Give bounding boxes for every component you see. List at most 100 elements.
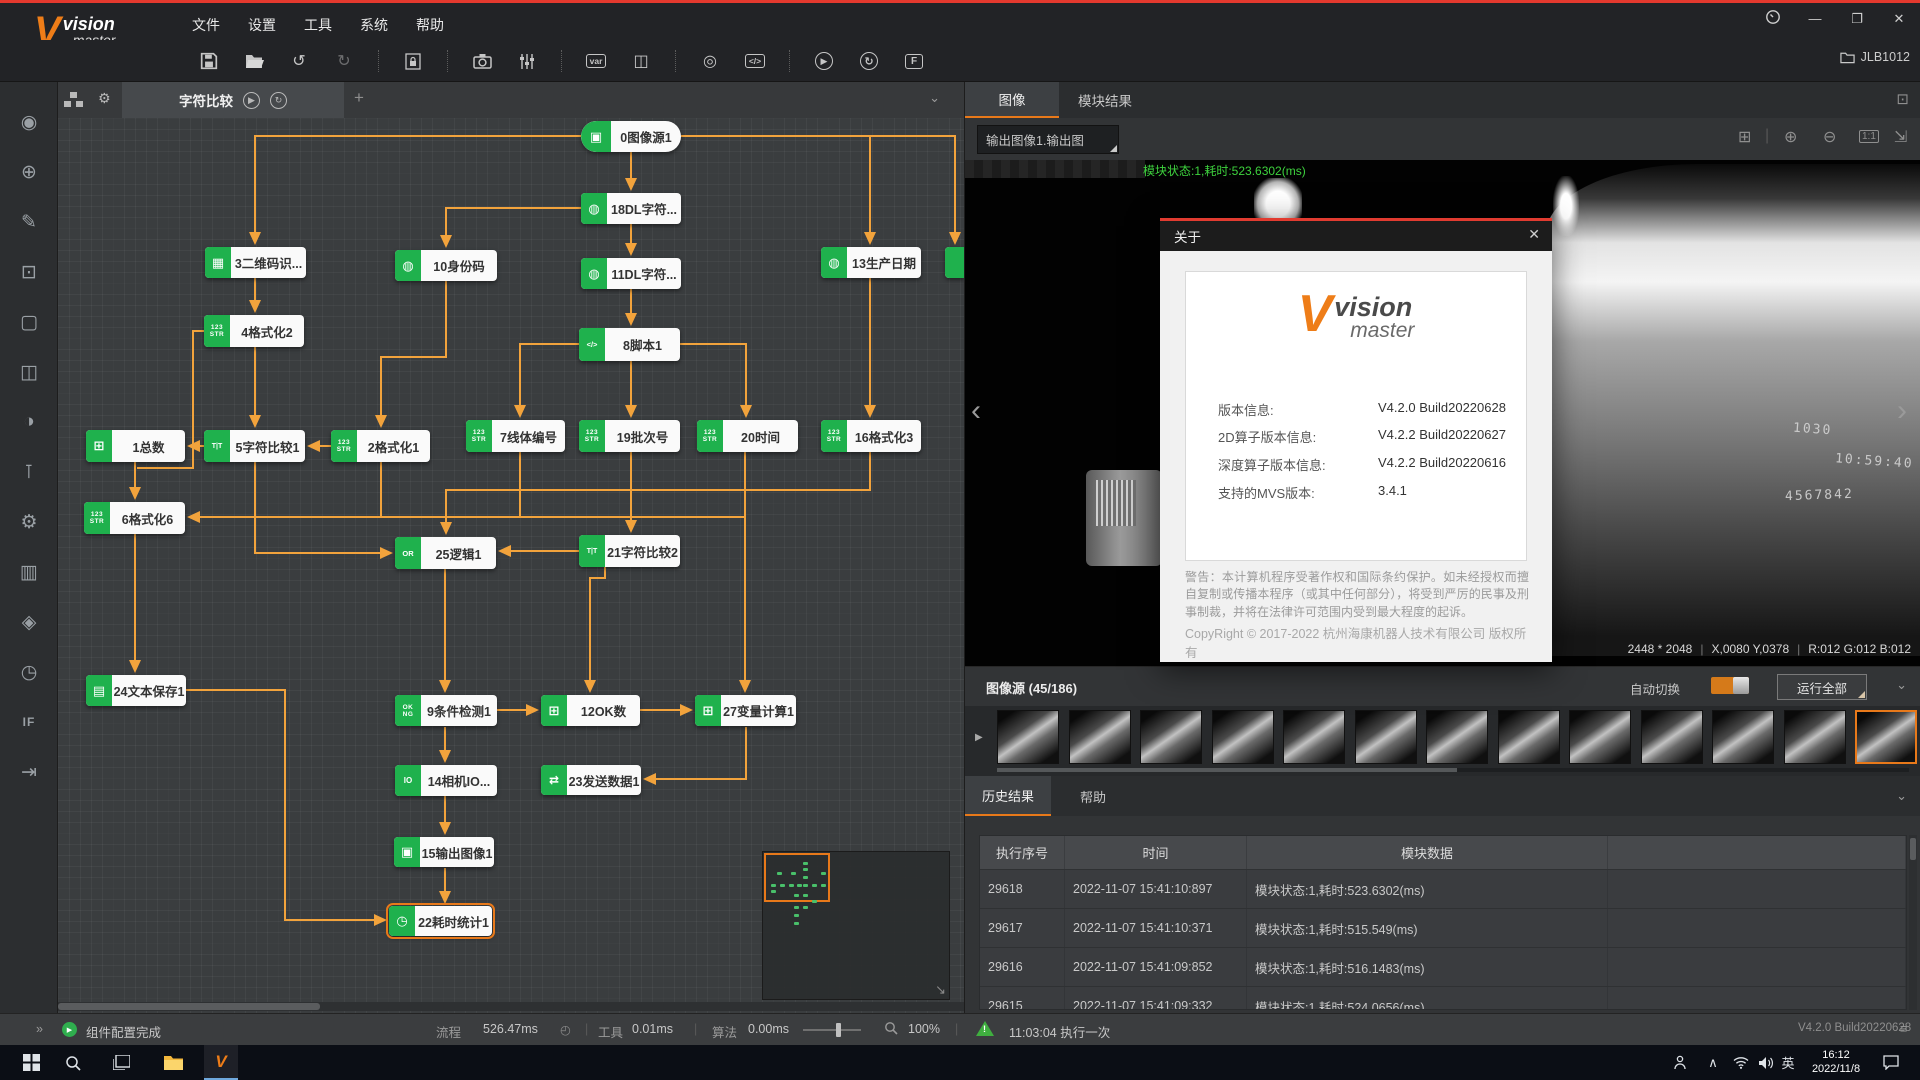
sidebar-tool-capture-icon[interactable]: ▢ xyxy=(0,304,58,340)
flow-node-qr-read-3[interactable]: ▦ 3二维码识... xyxy=(205,247,306,278)
file-explorer-icon[interactable] xyxy=(156,1045,190,1080)
camera-icon[interactable] xyxy=(471,49,493,73)
image-thumbnail[interactable] xyxy=(1426,710,1488,764)
image-thumbnail[interactable] xyxy=(1640,710,1703,764)
flow-node-format-6[interactable]: 123 STR 6格式化6 xyxy=(84,502,185,534)
lock-icon[interactable] xyxy=(402,49,424,73)
fit-view-icon[interactable]: ⇲ xyxy=(1894,127,1907,147)
redo-icon[interactable]: ↻ xyxy=(333,49,355,73)
about-close-button[interactable]: ✕ xyxy=(1528,226,1540,243)
open-icon[interactable] xyxy=(243,49,265,73)
chevron-down-icon[interactable]: ⌄ xyxy=(1896,788,1907,804)
flow-node-char-cmp-21[interactable]: T|T 21字符比较2 xyxy=(579,535,680,567)
flow-node-dl-char-11[interactable]: ◍ 11DL字符... xyxy=(581,258,681,289)
flow-node-total-1[interactable]: ⊞ 1总数 xyxy=(86,430,185,462)
menu-系统[interactable]: 系统 xyxy=(346,12,402,38)
image-thumbnail[interactable] xyxy=(1283,710,1345,764)
image-thumbnail[interactable] xyxy=(1783,710,1846,764)
history-scrollbar[interactable] xyxy=(1909,835,1917,1010)
list-icon[interactable]: ≡ xyxy=(1900,1022,1907,1036)
one-to-one-icon[interactable]: 1:1 xyxy=(1859,130,1879,143)
run-loop-icon[interactable]: ↻ xyxy=(858,49,880,73)
minimap[interactable]: ↘ xyxy=(762,851,950,1000)
sidebar-tool-camera-icon[interactable]: ◉ xyxy=(0,104,58,140)
image-thumbnail[interactable] xyxy=(997,710,1059,764)
image-select-dropdown[interactable]: 输出图像1.输出图 xyxy=(977,125,1119,154)
image-thumbnail[interactable] xyxy=(1140,710,1202,764)
adjust-icon[interactable] xyxy=(516,49,538,73)
sidebar-tool-color-wheel-icon[interactable]: ◑ xyxy=(0,404,58,440)
image-thumbnail[interactable] xyxy=(1855,710,1917,764)
image-thumbnail[interactable] xyxy=(1068,710,1131,764)
people-icon[interactable] xyxy=(1664,1045,1694,1080)
flow-node-ok-count-12[interactable]: ⊞ 12OK数 xyxy=(541,695,640,726)
minimize-button[interactable]: — xyxy=(1802,11,1828,26)
split-view-icon[interactable]: ⊞ xyxy=(1738,127,1751,147)
flow-node-edge-partial[interactable] xyxy=(945,247,964,278)
flow-node-dl-char-18[interactable]: ◍ 18DL字符... xyxy=(581,193,681,224)
sidebar-tool-locate-icon[interactable]: ⊕ xyxy=(0,154,58,190)
flow-node-id-code-10[interactable]: ◍ 10身份码 xyxy=(395,250,497,281)
menu-工具[interactable]: 工具 xyxy=(290,12,346,38)
stopwatch-icon[interactable]: ◴ xyxy=(560,1022,571,1037)
expand-icon[interactable]: » xyxy=(36,1022,43,1036)
table-row[interactable]: 29616 2022-11-07 15:41:09:852 模块状态:1,耗时:51… xyxy=(980,947,1906,986)
menu-设置[interactable]: 设置 xyxy=(234,12,290,38)
zoom-in-icon[interactable]: ⊕ xyxy=(1784,127,1797,147)
image-thumbnail[interactable] xyxy=(1211,710,1274,764)
flow-tab-active[interactable]: 字符比较 ▶ ↻ xyxy=(122,82,344,118)
flow-node-text-save-24[interactable]: ▤ 24文本保存1 xyxy=(86,675,186,706)
flow-node-var-calc-27[interactable]: ⊞ 27变量计算1 xyxy=(695,695,796,726)
flow-node-script-8[interactable]: </> 8脚本1 xyxy=(579,328,680,361)
flow-node-time-20[interactable]: 123 STR 20时间 xyxy=(697,420,798,452)
start-button[interactable] xyxy=(14,1045,48,1080)
flow-node-logic-25[interactable]: OR 25逻辑1 xyxy=(395,537,496,569)
tab-image[interactable]: 图像 xyxy=(965,82,1059,118)
tab-module-result[interactable]: 模块结果 xyxy=(1059,82,1151,118)
column-header[interactable] xyxy=(1608,836,1906,869)
menu-帮助[interactable]: 帮助 xyxy=(402,12,458,38)
flow-node-batch-19[interactable]: 123 STR 19批次号 xyxy=(579,420,680,452)
flow-view-icon[interactable] xyxy=(70,92,77,98)
wrench-icon[interactable]: ⚙ xyxy=(98,90,111,107)
run-icon[interactable]: ▶ xyxy=(813,49,835,73)
flow-canvas[interactable]: ▣ 0图像源1 ◍ 18DL字符... ▦ 3二维码识... ◍ 10身份码 ◍ 11DL字符..… xyxy=(58,118,964,1013)
sidebar-tool-image-config-icon[interactable]: ⚙ xyxy=(0,504,58,540)
column-header[interactable]: 执行序号 xyxy=(980,836,1065,869)
wifi-icon[interactable] xyxy=(1728,1045,1754,1080)
sidebar-tool-output-icon[interactable]: ⇥ xyxy=(0,754,58,790)
save-icon[interactable] xyxy=(198,49,220,73)
taskbar-search-icon[interactable] xyxy=(56,1045,90,1080)
sidebar-tool-fill-icon[interactable]: ◈ xyxy=(0,604,58,640)
tab-help[interactable]: 帮助 xyxy=(1051,776,1135,816)
restore-button[interactable]: ❐ xyxy=(1844,11,1870,27)
flow-node-cond-check-9[interactable]: OK NG 9条件检测1 xyxy=(395,695,497,726)
table-row[interactable]: 29618 2022-11-07 15:41:10:897 模块状态:1,耗时:52… xyxy=(980,869,1906,908)
thumb-scrollbar-thumb[interactable] xyxy=(997,768,1457,772)
magnifier-icon[interactable] xyxy=(884,1021,898,1038)
format-icon[interactable]: F xyxy=(903,49,925,73)
run-loop-icon[interactable]: ↻ xyxy=(270,91,287,109)
flow-node-prod-date-13[interactable]: ◍ 13生产日期 xyxy=(821,247,921,278)
run-once-icon[interactable]: ▶ xyxy=(243,91,260,109)
canvas-hscrollbar-thumb[interactable] xyxy=(58,1003,320,1010)
flow-node-format-16[interactable]: 123 STR 16格式化3 xyxy=(821,420,921,452)
table-row[interactable]: 29617 2022-11-07 15:41:10:371 模块状态:1,耗时:51… xyxy=(980,908,1906,947)
column-header[interactable]: 模块数据 xyxy=(1247,836,1608,869)
chevron-down-icon[interactable]: ⌄ xyxy=(1896,677,1907,693)
canvas-hscrollbar[interactable] xyxy=(58,1002,964,1011)
flow-node-time-stat-22[interactable]: ◷ 22耗时统计1 xyxy=(386,903,495,939)
vision-master-taskbar-icon[interactable]: V xyxy=(204,1045,238,1080)
flow-node-format-2[interactable]: 123 STR 2格式化1 xyxy=(331,430,430,462)
flow-node-img-out-15[interactable]: ▣ 15输出图像1 xyxy=(394,837,494,867)
flow-node-image-source-0[interactable]: ▣ 0图像源1 xyxy=(581,121,681,152)
tab-history-result[interactable]: 历史结果 xyxy=(965,776,1051,816)
project-chip[interactable]: JLB1012 xyxy=(1839,50,1910,64)
zoom-out-icon[interactable]: ⊖ xyxy=(1823,127,1836,147)
ime-indicator[interactable]: 英 xyxy=(1776,1045,1800,1080)
image-thumbnail[interactable] xyxy=(1569,710,1631,764)
flow-node-line-no-7[interactable]: 123 STR 7线体编号 xyxy=(466,420,565,452)
image-thumbnail[interactable] xyxy=(1712,710,1774,764)
sidebar-tool-image-edit-icon[interactable]: ✎ xyxy=(0,204,58,240)
sidebar-tool-histogram-icon[interactable]: ▥ xyxy=(0,554,58,590)
